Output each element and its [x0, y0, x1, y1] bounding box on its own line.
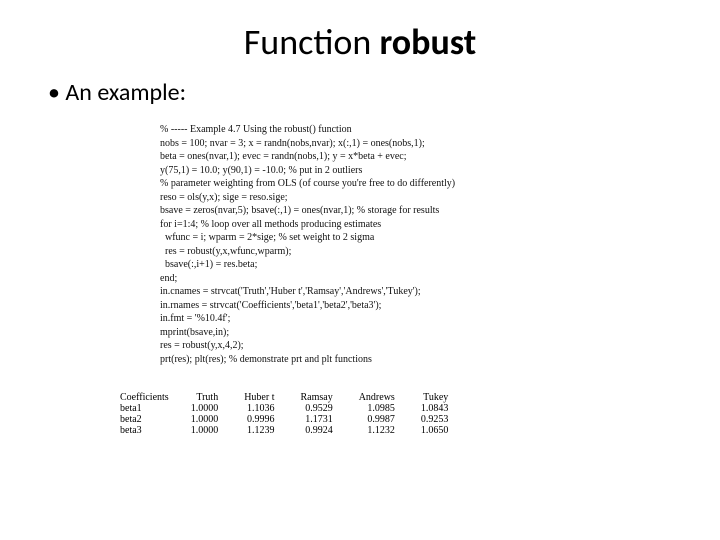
title-pre: Function	[244, 20, 380, 64]
row-label: beta3	[120, 425, 191, 436]
table-header-cell: Huber t	[244, 392, 300, 403]
table-header-cell: Tukey	[421, 392, 475, 403]
code-line: reso = ols(y,x); sige = reso.sige;	[160, 191, 680, 205]
code-line: res = robust(y,x,wfunc,wparm);	[160, 245, 680, 259]
table-header-cell: Ramsay	[300, 392, 358, 403]
coefficients-table: CoefficientsTruthHuber tRamsayAndrewsTuk…	[120, 392, 474, 436]
code-line: % ----- Example 4.7 Using the robust() f…	[160, 123, 680, 137]
table-cell: 0.9529	[300, 403, 358, 414]
table-cell: 0.9924	[300, 425, 358, 436]
table-cell: 1.1232	[359, 425, 421, 436]
table-cell: 1.1239	[244, 425, 300, 436]
code-line: in.cnames = strvcat('Truth','Huber t','R…	[160, 285, 680, 299]
table-header-cell: Andrews	[359, 392, 421, 403]
code-block: % ----- Example 4.7 Using the robust() f…	[160, 123, 680, 366]
code-line: nobs = 100; nvar = 3; x = randn(nobs,nva…	[160, 137, 680, 151]
table-row: beta11.00001.10360.95291.09851.0843	[120, 403, 474, 414]
table-cell: 0.9253	[421, 414, 475, 425]
table-cell: 1.1036	[244, 403, 300, 414]
code-line: % parameter weighting from OLS (of cours…	[160, 177, 680, 191]
table-cell: 1.0650	[421, 425, 475, 436]
row-label: beta1	[120, 403, 191, 414]
slide-title: Function robust	[40, 20, 680, 64]
bullet-example: An example:	[48, 78, 680, 107]
table-cell: 0.9996	[244, 414, 300, 425]
code-line: y(75,1) = 10.0; y(90,1) = -10.0; % put i…	[160, 164, 680, 178]
code-line: beta = ones(nvar,1); evec = randn(nobs,1…	[160, 150, 680, 164]
table-cell: 1.0000	[191, 403, 245, 414]
table-cell: 1.1731	[300, 414, 358, 425]
code-line: in.rnames = strvcat('Coefficients','beta…	[160, 299, 680, 313]
code-line: in.fmt = '%10.4f';	[160, 312, 680, 326]
table-header-cell: Coefficients	[120, 392, 191, 403]
code-line: bsave(:,i+1) = res.beta;	[160, 258, 680, 272]
table-cell: 1.0985	[359, 403, 421, 414]
code-line: bsave = zeros(nvar,5); bsave(:,1) = ones…	[160, 204, 680, 218]
title-bold: robust	[379, 20, 476, 64]
table-cell: 1.0843	[421, 403, 475, 414]
code-line: for i=1:4; % loop over all methods produ…	[160, 218, 680, 232]
table-cell: 1.0000	[191, 425, 245, 436]
row-label: beta2	[120, 414, 191, 425]
table-row: beta21.00000.99961.17310.99870.9253	[120, 414, 474, 425]
code-line: prt(res); plt(res); % demonstrate prt an…	[160, 353, 680, 367]
table-cell: 0.9987	[359, 414, 421, 425]
table-header-row: CoefficientsTruthHuber tRamsayAndrewsTuk…	[120, 392, 474, 403]
code-line: res = robust(y,x,4,2);	[160, 339, 680, 353]
table-cell: 1.0000	[191, 414, 245, 425]
code-line: end;	[160, 272, 680, 286]
table-header-cell: Truth	[191, 392, 245, 403]
code-line: wfunc = i; wparm = 2*sige; % set weight …	[160, 231, 680, 245]
code-line: mprint(bsave,in);	[160, 326, 680, 340]
table-row: beta31.00001.12390.99241.12321.0650	[120, 425, 474, 436]
